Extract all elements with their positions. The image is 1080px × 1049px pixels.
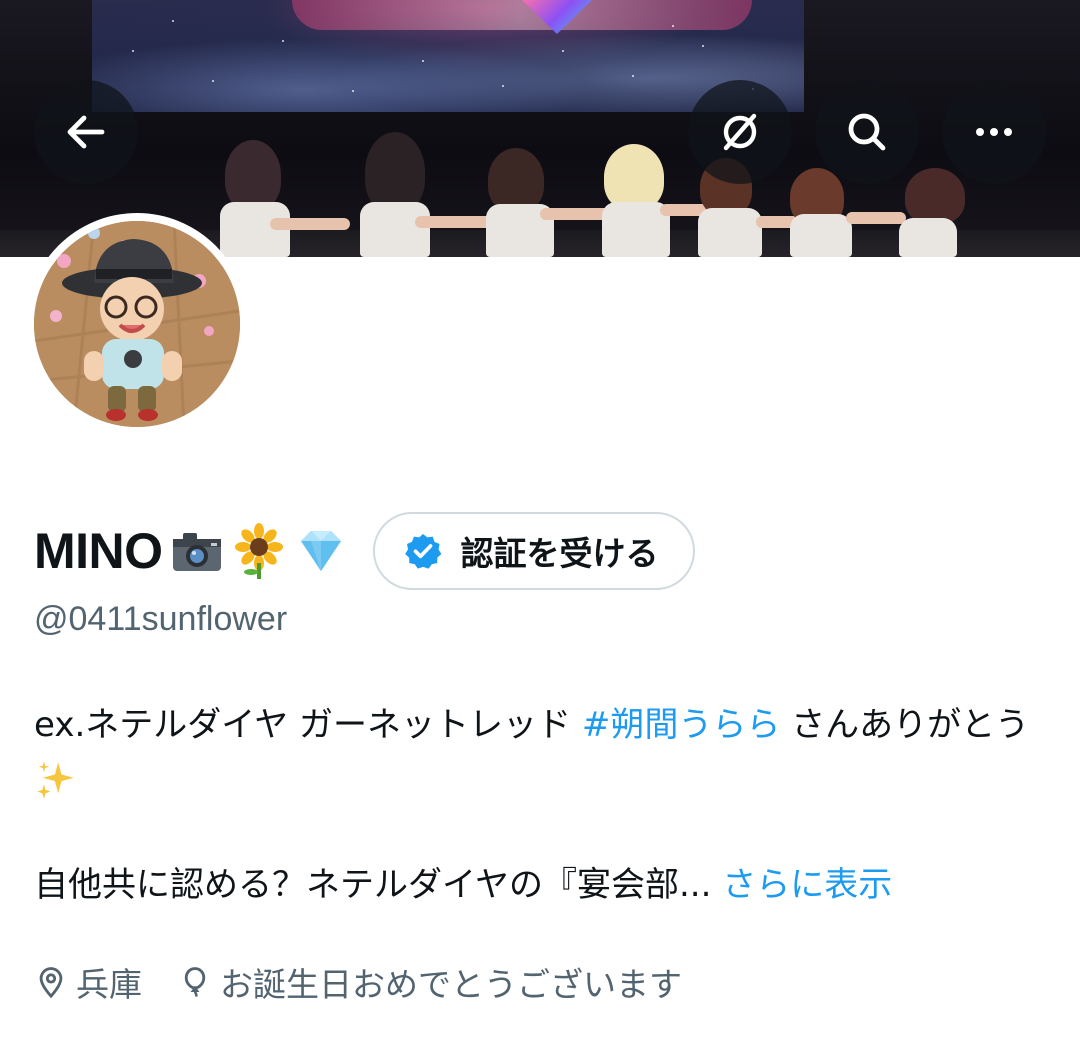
- bio-second-line: 自他共に認める？ネテルダイヤの『宴会部... さらに表示: [34, 856, 1054, 914]
- birthday-text: お誕生日おめでとうございます: [220, 965, 682, 1004]
- stage-screen: [92, 0, 804, 112]
- search-icon: [848, 113, 886, 151]
- get-verified-label: 認証を受ける: [460, 534, 659, 573]
- camera-icon: [169, 523, 225, 579]
- location-pin-icon: [39, 967, 63, 999]
- bio-text: ex.ネテルダイヤ ガーネットレッド: [34, 705, 582, 745]
- search-button[interactable]: [815, 80, 919, 184]
- birthday-item: お誕生日おめでとうございます: [178, 958, 682, 1006]
- display-name: MINO: [34, 523, 163, 579]
- more-button[interactable]: [942, 80, 1046, 184]
- diamond-icon: [293, 523, 349, 579]
- back-button[interactable]: [34, 80, 138, 184]
- eye-off-circle-icon: [723, 113, 757, 151]
- bio-text-cont: さんありがとう: [780, 705, 1030, 745]
- bio-text-2: 自他共に認める？ネテルダイヤの『宴会部...: [34, 865, 712, 905]
- get-verified-button[interactable]: 認証を受ける: [372, 512, 695, 590]
- location-item: 兵庫: [34, 958, 142, 1006]
- verified-badge-icon: [404, 534, 441, 569]
- arrow-left-icon: [67, 115, 105, 149]
- profile-page: MINO 認証を受ける @0411sunflower ex.ネテルダイヤ ガーネ…: [0, 0, 1080, 1049]
- name-row: MINO 認証を受ける: [34, 508, 695, 594]
- balloon-icon: [184, 967, 206, 997]
- profile-meta: 兵庫 お誕生日おめでとうございます: [34, 955, 708, 1009]
- avatar-frame[interactable]: [26, 213, 248, 435]
- user-handle: @0411sunflower: [34, 600, 288, 638]
- hide-button[interactable]: [688, 80, 792, 184]
- more-horizontal-icon: [976, 128, 1012, 136]
- show-more-link[interactable]: さらに表示: [722, 865, 892, 905]
- location-text: 兵庫: [76, 965, 142, 1004]
- bio: ex.ネテルダイヤ ガーネットレッド #朔間うらら さんありがとう: [34, 696, 1054, 812]
- avatar: [34, 221, 240, 427]
- sparkles-icon: [37, 761, 74, 799]
- sunflower-icon: [231, 523, 287, 579]
- bio-hashtag-link[interactable]: #朔間うらら: [582, 705, 781, 745]
